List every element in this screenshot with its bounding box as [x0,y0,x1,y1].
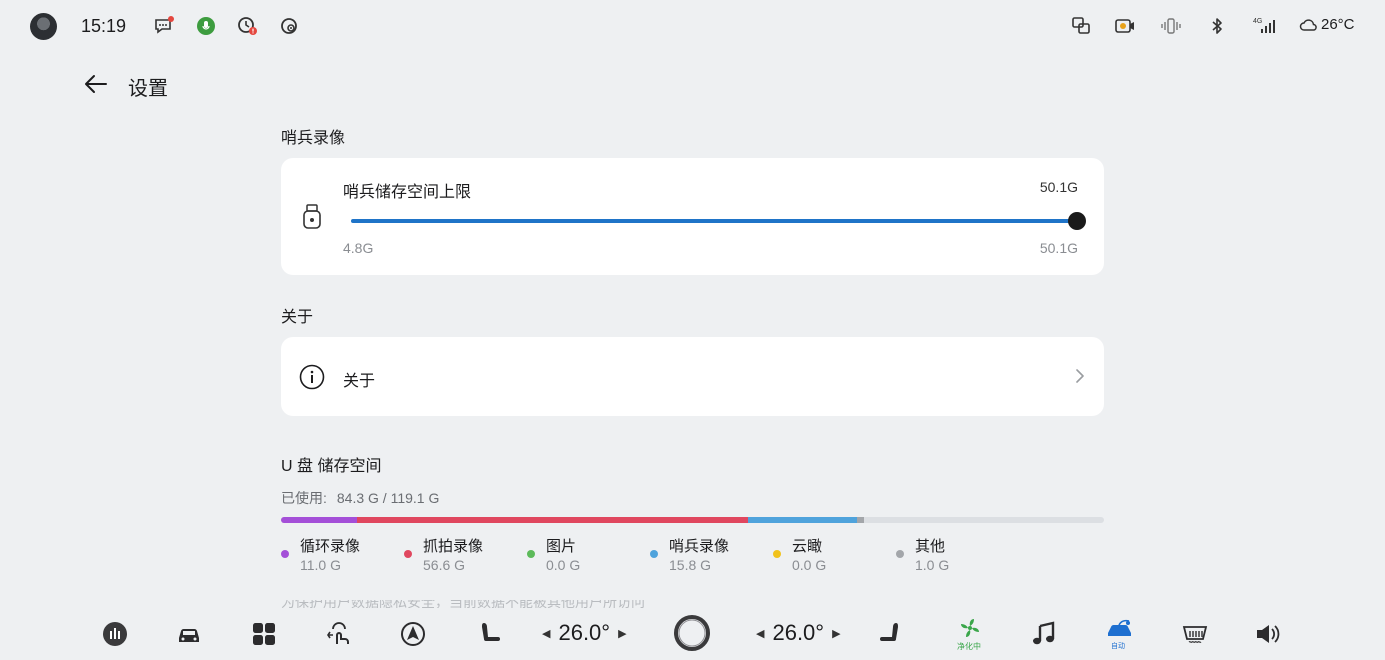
avatar[interactable] [30,13,57,40]
navigation-icon[interactable] [397,618,429,650]
legend-dot [896,550,904,558]
bluetooth-icon[interactable] [1206,15,1228,37]
about-label: 关于 [343,373,376,390]
chevron-right-icon [1074,367,1086,385]
privacy-notice-text: 为保护用户数据隐私安全，当前数据不能被其他用户所访问 [281,600,645,608]
sentry-section-title: 哨兵录像 [281,130,346,147]
voice-assistant-dock-icon[interactable] [99,618,131,650]
passenger-temp-value: 26.0° [772,620,825,645]
apps-grid-icon[interactable] [248,618,280,650]
slider-max-label: 50.1G [1039,240,1078,256]
weather-temp: 26°C [1321,16,1355,33]
slider-min-label: 4.8G [343,240,374,256]
legend-size: 1.0 G [915,557,950,573]
back-button[interactable] [82,70,110,98]
sentry-storage-slider-track[interactable] [351,219,1077,223]
voice-assistant-icon[interactable] [195,15,217,37]
passenger-temp-control[interactable]: ◀ 26.0° ▶ [756,620,841,646]
legend-size: 0.0 G [792,557,827,573]
usb-drive-icon [302,204,322,230]
passenger-temp-up-button[interactable]: ▶ [832,627,840,640]
storage-segment [857,517,865,523]
sentry-storage-limit-label: 哨兵储存空间上限 [343,184,472,201]
legend-size: 15.8 G [669,557,712,573]
weather[interactable]: 26°C [1299,16,1355,33]
legend-name: 其他 [915,538,946,555]
sentry-storage-card: 哨兵储存空间上限 50.1G 4.8G 50.1G [281,158,1104,275]
map-alert-icon[interactable] [236,15,258,37]
passenger-seat-icon[interactable] [874,618,906,650]
info-icon [299,364,325,390]
driver-temp-value: 26.0° [558,620,611,645]
privacy-notice: 为保护用户数据隐私安全，当前数据不能被其他用户所访问 [281,600,781,608]
status-time: 15:19 [81,16,127,36]
legend-dot [404,550,412,558]
dashcam-icon[interactable] [1114,15,1136,37]
usb-storage-bar [281,517,1104,523]
legend-name: 图片 [546,538,577,555]
page-title: 设置 [128,78,168,100]
music-icon[interactable] [1028,618,1060,650]
storage-segment [357,517,749,523]
message-notification-icon[interactable] [153,15,175,37]
vibrate-icon[interactable] [1160,15,1182,37]
about-row[interactable]: 关于 [281,337,1104,416]
volume-icon[interactable] [1252,618,1284,650]
legend-name: 抓拍录像 [423,538,484,555]
sentry-storage-slider-thumb[interactable] [1068,212,1086,230]
driver-temp-down-button[interactable]: ◀ [542,627,550,640]
legend-dot [650,550,658,558]
location-target-icon[interactable] [278,15,300,37]
rear-defrost-icon[interactable] [1179,618,1211,650]
status-bar: 15:19 4G 26°C [0,0,1385,52]
signal-4g-label: 4G [1253,18,1262,25]
legend-name: 循环录像 [300,538,361,555]
legend-dot [281,550,289,558]
climate-power-icon[interactable] [672,613,712,653]
legend-size: 0.0 G [546,557,581,573]
usb-used-label: 已使用: [281,490,327,506]
auto-climate-label: 自动 [1111,643,1125,650]
passenger-temp-down-button[interactable]: ◀ [756,627,764,640]
about-section-title: 关于 [281,309,314,326]
usb-used-value: 84.3 G / 119.1 G [336,490,440,506]
storage-segment [748,517,858,523]
purify-status-label: 净化中 [957,642,981,651]
legend-size: 56.6 G [423,557,466,573]
sentry-storage-limit-value: 50.1G [1039,179,1078,195]
gesture-control-icon[interactable] [323,618,355,650]
usb-usage: 已使用: 84.3 G / 119.1 G [281,488,439,508]
arrow-left-icon [85,75,107,93]
signal-4g-icon: 4G [1252,15,1278,37]
legend-name: 云瞰 [792,538,823,555]
driver-temp-control[interactable]: ◀ 26.0° ▶ [542,620,627,646]
legend-dot [773,550,781,558]
legend-name: 哨兵录像 [669,538,730,555]
storage-segment [281,517,357,523]
screen-mirror-icon[interactable] [1070,15,1092,37]
cloud-icon [1299,18,1317,31]
bottom-dock: ◀ 26.0° ▶ ◀ 26.0° ▶ 净化中 自动 [0,608,1385,660]
legend-dot [527,550,535,558]
driver-temp-up-button[interactable]: ▶ [618,627,626,640]
car-icon[interactable] [173,618,205,650]
legend-size: 11.0 G [300,557,341,573]
driver-seat-icon[interactable] [474,618,506,650]
usb-storage-section-title: U 盘 储存空间 [281,458,382,475]
